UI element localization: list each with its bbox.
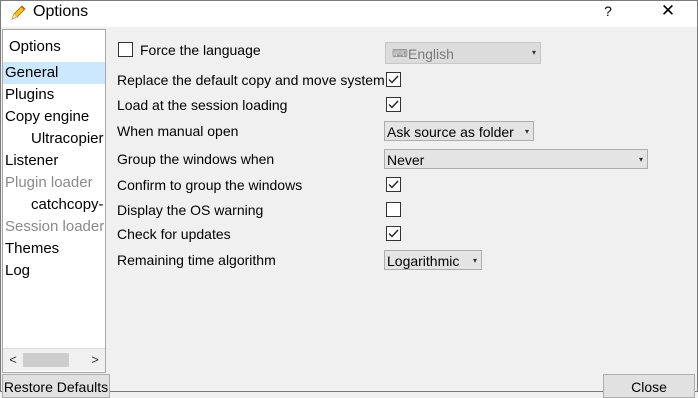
tree-item-session-loader[interactable]: Session loader (3, 216, 105, 238)
chevron-down-icon: ▾ (472, 256, 477, 265)
manual-open-label: When manual open (117, 123, 239, 139)
load-session-checkbox[interactable] (386, 97, 401, 112)
confirm-group-checkbox[interactable] (386, 177, 401, 192)
force-language-checkbox[interactable] (118, 42, 133, 57)
os-warning-label: Display the OS warning (117, 202, 264, 218)
tree-item-label: Plugin loader (5, 174, 93, 191)
check-updates-checkbox[interactable] (386, 226, 401, 241)
options-tree[interactable]: Options General Plugins Copy engine Ultr… (2, 29, 106, 373)
scroll-right-button[interactable]: > (87, 349, 103, 371)
language-value: English (408, 46, 454, 62)
tree-item-log[interactable]: Log (3, 260, 105, 282)
load-session-label: Load at the session loading (117, 97, 288, 113)
group-windows-value: Never (387, 152, 425, 168)
tree-item-label: Log (5, 262, 31, 279)
general-settings-panel: Force the language ⌨ English ▾ Replace t… (107, 29, 697, 371)
tree-item-listener[interactable]: Listener (3, 150, 105, 172)
close-button-label: Close (631, 379, 667, 395)
chevron-down-icon: ▾ (638, 155, 643, 164)
check-updates-label: Check for updates (117, 226, 231, 242)
pencil-icon (9, 4, 27, 22)
remaining-time-select[interactable]: Logarithmic ▾ (384, 250, 482, 270)
scrollbar-thumb[interactable] (23, 353, 69, 367)
group-windows-select[interactable]: Never ▾ (384, 149, 648, 169)
tree-item-label: Themes (5, 240, 60, 257)
tree-item-label: Copy engine (5, 108, 90, 125)
remaining-time-label: Remaining time algorithm (117, 252, 276, 268)
restore-defaults-button[interactable]: Restore Defaults (2, 374, 110, 398)
remaining-time-value: Logarithmic (387, 253, 460, 269)
tree-item-label: General (5, 64, 59, 81)
force-language-label: Force the language (140, 42, 261, 58)
manual-open-value: Ask source as folder (387, 124, 514, 140)
chevron-down-icon: ▾ (531, 48, 536, 57)
tree-item-label: Listener (5, 152, 59, 169)
tree-item-label: Ultracopier (31, 130, 104, 147)
options-window: Options ? ✕ Options General Plugins Copy… (0, 0, 698, 398)
tree-item-catchcopy[interactable]: catchcopy- (3, 194, 105, 216)
tree-header: Options (9, 38, 61, 55)
tree-item-plugins[interactable]: Plugins (3, 84, 105, 106)
tree-item-copy-engine[interactable]: Copy engine (3, 106, 105, 128)
tree-item-general[interactable]: General (3, 62, 105, 84)
tree-item-label: Plugins (5, 86, 55, 103)
help-button[interactable]: ? (597, 1, 619, 23)
group-windows-label: Group the windows when (117, 151, 275, 167)
scroll-left-button[interactable]: < (5, 349, 21, 371)
tree-item-themes[interactable]: Themes (3, 238, 105, 260)
confirm-group-label: Confirm to group the windows (117, 177, 303, 193)
tree-item-label: catchcopy- (31, 196, 104, 213)
chevron-down-icon: ▾ (524, 127, 529, 136)
tree-item-label: Session loader (5, 218, 105, 235)
close-window-button[interactable]: ✕ (655, 1, 681, 23)
keyboard-icon: ⌨ (392, 48, 408, 60)
horizontal-scrollbar[interactable]: < > (3, 348, 105, 371)
language-select[interactable]: ⌨ English ▾ (385, 42, 541, 64)
tree-item-ultracopier[interactable]: Ultracopier (3, 128, 105, 150)
close-button[interactable]: Close (603, 374, 695, 398)
tree-item-plugin-loader[interactable]: Plugin loader (3, 172, 105, 194)
os-warning-checkbox[interactable] (386, 202, 401, 217)
window-title: Options (33, 3, 89, 20)
title-bar: Options ? ✕ (1, 1, 697, 27)
replace-default-checkbox[interactable] (386, 72, 401, 87)
restore-defaults-label: Restore Defaults (3, 379, 109, 395)
replace-default-label: Replace the default copy and move system (117, 72, 385, 88)
manual-open-select[interactable]: Ask source as folder ▾ (384, 121, 534, 141)
